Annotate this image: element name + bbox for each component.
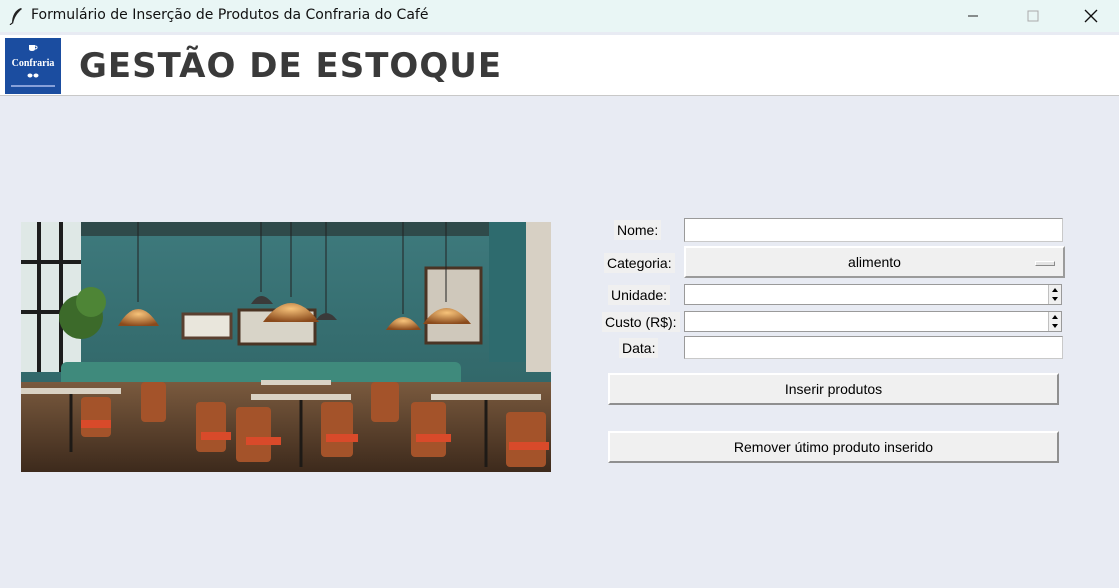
spin-down-icon[interactable] (1052, 324, 1058, 328)
spin-up-icon[interactable] (1052, 315, 1058, 319)
data-label: Data: (619, 338, 659, 358)
feather-icon (9, 8, 22, 25)
close-icon (1084, 9, 1098, 23)
remove-last-product-button[interactable]: Remover útimo produto inserido (608, 431, 1059, 463)
window-title: Formulário de Inserção de Produtos da Co… (31, 7, 429, 23)
categoria-label: Categoria: (604, 253, 675, 273)
custo-spinbox[interactable] (684, 311, 1062, 332)
confraria-logo: Confraria (5, 38, 61, 94)
nome-label: Nome: (614, 220, 662, 240)
dropdown-indicator-icon (1035, 261, 1055, 266)
unidade-spinbox[interactable] (684, 284, 1062, 305)
categoria-selected-value: alimento (848, 254, 901, 270)
spin-up-icon[interactable] (1052, 288, 1058, 292)
maximize-icon (1027, 10, 1039, 22)
insert-products-button[interactable]: Inserir produtos (608, 373, 1059, 405)
coffee-beans-icon (27, 73, 39, 78)
header-strip: Confraria GESTÃO DE ESTOQUE (0, 35, 1119, 96)
minimize-icon (968, 15, 978, 17)
coffee-cup-icon (29, 45, 38, 51)
minimize-button[interactable] (950, 0, 996, 32)
nome-input[interactable] (684, 218, 1063, 242)
categoria-select[interactable]: alimento (684, 246, 1065, 278)
spin-down-icon[interactable] (1052, 297, 1058, 301)
unidade-label: Unidade: (608, 285, 671, 305)
logo-tagline (11, 85, 55, 87)
data-input[interactable] (684, 336, 1063, 359)
maximize-button[interactable] (1010, 0, 1056, 32)
custo-label: Custo (R$): (602, 312, 680, 332)
page-title: GESTÃO DE ESTOQUE (79, 46, 503, 86)
logo-text: Confraria (11, 58, 55, 69)
close-button[interactable] (1068, 0, 1114, 32)
cafe-interior-image (21, 222, 551, 472)
unidade-stepper[interactable] (1048, 285, 1061, 304)
title-bar: Formulário de Inserção de Produtos da Co… (0, 0, 1119, 32)
custo-stepper[interactable] (1048, 312, 1061, 331)
